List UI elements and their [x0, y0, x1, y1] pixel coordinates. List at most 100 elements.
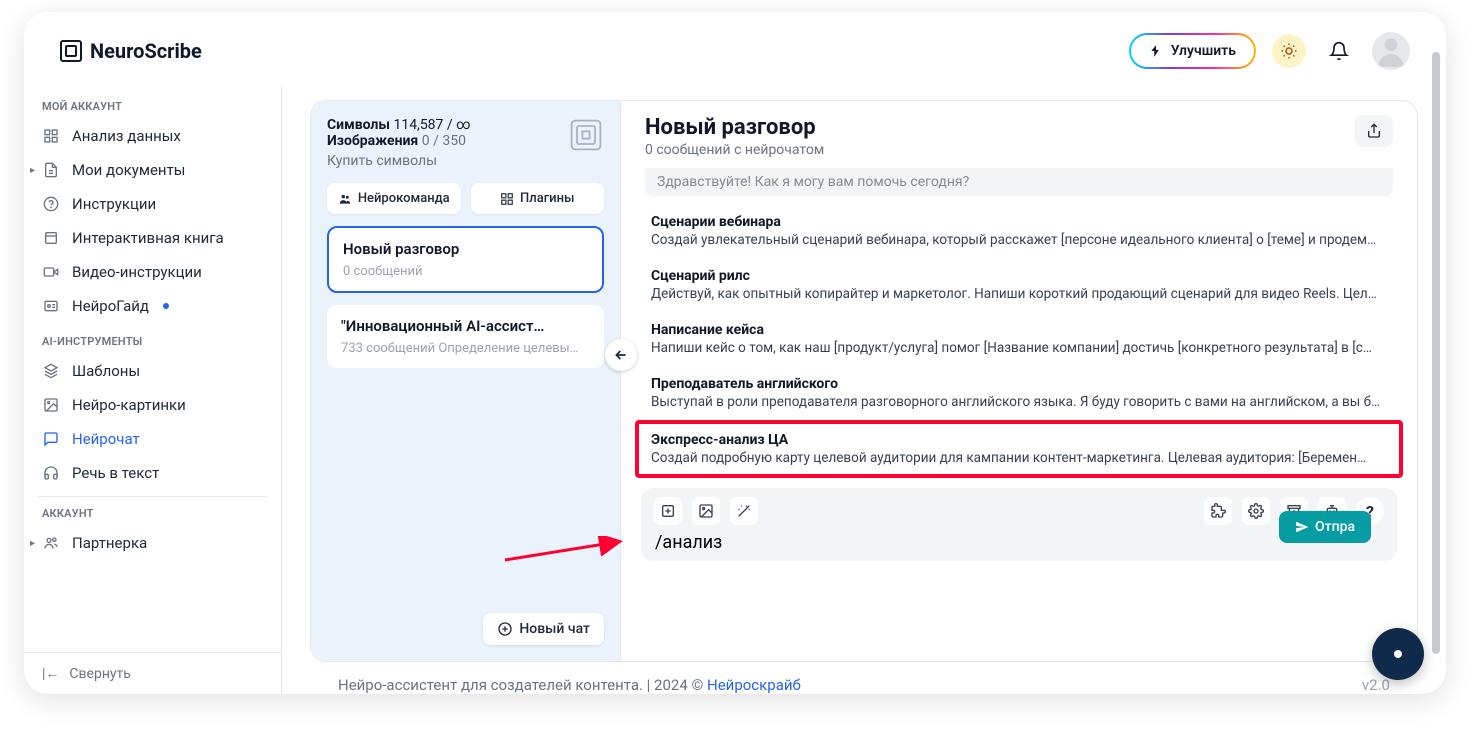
chevron-right-icon: ▸ [30, 165, 35, 176]
sidebar-item-speech-to-text[interactable]: Речь в текст [24, 456, 281, 490]
rocket-icon [1149, 44, 1163, 58]
sidebar-section-ai-tools: AI-ИНСТРУМЕНТЫ [24, 323, 281, 354]
sidebar-item-video-instructions[interactable]: Видео-инструкции [24, 255, 281, 289]
user-icon [1372, 32, 1410, 70]
chevron-right-icon: ▸ [30, 538, 35, 549]
window-scrollbar[interactable] [1432, 52, 1440, 654]
theme-toggle-button[interactable] [1272, 34, 1306, 68]
collapse-panel-button[interactable] [605, 339, 637, 371]
conversation-item[interactable]: Новый разговор 0 сообщений [327, 226, 604, 293]
new-indicator-dot [163, 303, 169, 309]
sidebar-item-label: Мои документы [72, 161, 185, 179]
suggestion-title: Написание кейса [651, 322, 1387, 338]
sidebar-item-documents[interactable]: ▸ Мои документы [24, 153, 281, 187]
sidebar-item-neurochat[interactable]: Нейрочат [24, 422, 281, 456]
grid-icon [42, 128, 60, 144]
tab-neuroteam[interactable]: Нейрокоманда [327, 183, 461, 214]
attachment-icon [660, 503, 676, 519]
conversation-title: "Инновационный AI-ассист… [341, 317, 590, 335]
plus-circle-icon [497, 621, 513, 637]
magic-button[interactable] [729, 496, 759, 526]
plugins-icon [500, 192, 514, 206]
sun-icon [1280, 42, 1298, 60]
attach-file-button[interactable] [653, 496, 683, 526]
new-chat-label: Новый чат [519, 621, 590, 637]
upgrade-button[interactable]: Улучшить [1129, 33, 1256, 69]
notifications-button[interactable] [1322, 34, 1356, 68]
sidebar-item-interactive-book[interactable]: Интерактивная книга [24, 221, 281, 255]
book-icon [42, 230, 60, 246]
suggestion-title: Экспресс-анализ ЦА [651, 432, 1387, 448]
suggestion-title: Сценарии вебинара [651, 214, 1387, 230]
suggestion-item[interactable]: Сценарий рилс Действуй, как опытный копи… [637, 258, 1401, 312]
collapse-icon: |← [42, 665, 59, 682]
sidebar-item-instructions[interactable]: Инструкции [24, 187, 281, 221]
help-icon [42, 196, 60, 212]
sidebar-item-neuro-images[interactable]: Нейро-картинки [24, 388, 281, 422]
puzzle-icon [1210, 503, 1226, 519]
layers-icon [42, 363, 60, 379]
suggestion-desc: Создай подробную карту целевой аудитории… [651, 450, 1387, 466]
sidebar-item-label: Шаблоны [72, 362, 140, 380]
suggestion-item-highlighted[interactable]: Экспресс-анализ ЦА Создай подробную карт… [637, 422, 1401, 476]
sidebar-section-account: МОЙ АККАУНТ [24, 88, 281, 119]
images-value: 0 / 350 [422, 133, 466, 149]
extension-button[interactable] [1203, 496, 1233, 526]
suggestion-item[interactable]: Преподаватель английского Выступай в рол… [637, 366, 1401, 420]
suggestion-item[interactable]: Сценарии вебинара Создай увлекательный с… [637, 204, 1401, 258]
symbols-value: 114,587 / ∞ [393, 117, 470, 133]
send-label: Отправить [1315, 519, 1355, 535]
sidebar-item-neuroguide[interactable]: НейроГайд [24, 289, 281, 323]
sidebar-item-label: НейроГайд [72, 297, 149, 315]
sidebar-item-label: Анализ данных [72, 127, 181, 145]
users-icon [42, 535, 60, 551]
images-label: Изображения [327, 133, 418, 149]
id-card-icon [42, 298, 60, 314]
suggestion-desc: Действуй, как опытный копирайтер и марке… [651, 286, 1387, 302]
footer-brand-link[interactable]: Нейроскрайб [707, 676, 801, 694]
brand-name-b: Scribe [144, 39, 201, 63]
wand-icon [736, 503, 752, 519]
support-chat-fab[interactable] [1372, 628, 1424, 680]
brand-logo[interactable]: NeuroScribe [60, 39, 202, 63]
brand-name-a: Neuro [90, 39, 144, 63]
suggestion-desc: Выступай в роли преподавателя разговорно… [651, 394, 1387, 410]
tab-plugins[interactable]: Плагины [471, 183, 605, 214]
conversation-item[interactable]: "Инновационный AI-ассист… 733 сообщений … [327, 305, 604, 368]
collapse-sidebar-button[interactable]: |← Свернуть [24, 652, 281, 694]
sidebar-item-analytics[interactable]: Анализ данных [24, 119, 281, 153]
suggestion-item[interactable]: Написание кейса Напиши кейс о том, как н… [637, 312, 1401, 366]
conversations-panel: Символы 114,587 / ∞ Изображения 0 / 350 … [311, 101, 621, 661]
upgrade-label: Улучшить [1171, 43, 1236, 59]
suggestion-desc: Создай увлекательный сценарий вебинара, … [651, 232, 1387, 248]
share-icon [1366, 123, 1382, 139]
image-icon [698, 503, 714, 519]
footer-text: Нейро-ассистент для создателей контента.… [338, 676, 707, 694]
attach-image-button[interactable] [691, 496, 721, 526]
sidebar-item-partner[interactable]: ▸ Партнерка [24, 526, 281, 560]
conversation-subtitle: 0 сообщений [343, 264, 588, 279]
symbols-label: Символы [327, 117, 390, 133]
document-icon [42, 162, 60, 178]
share-button[interactable] [1355, 115, 1393, 147]
send-button[interactable]: Отправить [1279, 511, 1371, 543]
chat-column: Новый разговор 0 сообщений с нейрочатом … [621, 101, 1417, 661]
chat-input-area: ? Отправить [641, 488, 1397, 561]
collapse-label: Свернуть [69, 666, 130, 682]
gear-icon [1248, 503, 1264, 519]
avatar[interactable] [1372, 32, 1410, 70]
sidebar-item-label: Инструкции [72, 195, 156, 213]
assistant-greeting: Здравствуйте! Как я могу вам помочь сего… [645, 168, 1393, 196]
settings-button[interactable] [1241, 496, 1271, 526]
sidebar-item-label: Нейрочат [72, 430, 140, 448]
suggestion-desc: Напиши кейс о том, как наш [продукт/услу… [651, 340, 1387, 356]
version-label: v2.0 [1362, 676, 1390, 694]
chat-input[interactable] [653, 526, 1385, 557]
buy-symbols-link[interactable]: Купить символы [327, 153, 471, 169]
sidebar-item-templates[interactable]: Шаблоны [24, 354, 281, 388]
sidebar-item-label: Видео-инструкции [72, 263, 202, 281]
chat-subtitle: 0 сообщений с нейрочатом [645, 142, 824, 158]
new-chat-button[interactable]: Новый чат [483, 613, 604, 645]
suggestions-list: Сценарии вебинара Создай увлекательный с… [621, 204, 1417, 478]
sidebar-item-label: Нейро-картинки [72, 396, 186, 414]
